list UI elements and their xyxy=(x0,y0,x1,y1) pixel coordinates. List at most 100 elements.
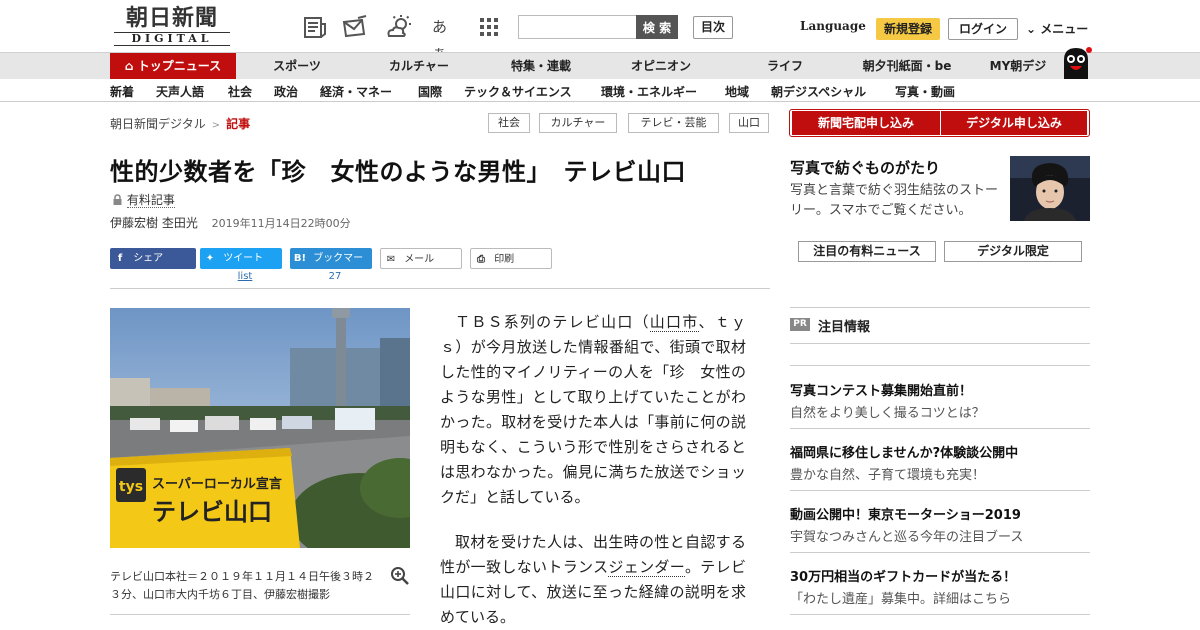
nav-top-news-label: トップニュース xyxy=(137,59,222,73)
printer-icon: ⎙ xyxy=(477,254,485,265)
pr-item-subtitle[interactable]: 宇賀なつみさんと巡る今年の注目ブース xyxy=(790,526,1023,545)
hatena-bookmark-count[interactable]: 27 xyxy=(324,271,346,282)
photo-caption: テレビ山口本社＝２０１９年１１月１４日午後３時２３分、山口市大内千坊６丁目、伊藤… xyxy=(110,570,374,601)
envelope-icon: ✉ xyxy=(386,254,396,265)
article-paragraph: 取材を受けた人は、出生時の性と自認する性が一致しないトランスジェンダー。テレビ山… xyxy=(440,530,746,630)
twitter-share-button[interactable]: ✦ ツイート xyxy=(200,248,282,269)
pr-item-title[interactable]: 福岡県に移住しませんか?体験談公開中 xyxy=(790,442,1018,461)
divider xyxy=(790,307,1090,308)
subnav-society[interactable]: 社会 xyxy=(228,83,252,100)
feature-title[interactable]: 写真で紡ぐものがたり xyxy=(790,157,940,178)
photo-sign-line1: スーパーローカル宣言 xyxy=(152,476,282,492)
subnav-tenseijingo[interactable]: 天声人語 xyxy=(156,83,204,100)
mail-share-label: メール xyxy=(404,254,435,265)
divider xyxy=(790,552,1090,553)
logo-digital: DIGITAL xyxy=(114,32,230,46)
digital-subscribe-button[interactable]: デジタル申し込み xyxy=(941,111,1087,135)
font-size-icon[interactable]: あぁ xyxy=(432,14,458,62)
nav-life[interactable]: ライフ xyxy=(755,53,815,79)
register-button[interactable]: 新規登録 xyxy=(876,18,940,40)
newspaper-icon[interactable] xyxy=(302,14,328,40)
tag-society[interactable]: 社会 xyxy=(488,113,530,133)
zoom-icon[interactable] xyxy=(390,566,410,586)
feature-description[interactable]: 写真と言葉で紡ぐ羽生結弦のストーリー。スマホでご覧ください。 xyxy=(790,181,1002,221)
paragraph-text: 、ｔｙｓ）が今月放送した情報番組で、街頭で取材した性的マイノリティーの人を「珍 … xyxy=(440,313,746,506)
pr-item-title[interactable]: 30万円相当のギフトカードが当たる！ xyxy=(790,566,1016,585)
photo-sign-line2: テレビ山口 xyxy=(152,498,272,526)
mail-share-button[interactable]: ✉ メール xyxy=(380,248,462,269)
nav-culture[interactable]: カルチャー xyxy=(378,53,460,79)
nav-opinion[interactable]: オピニオン xyxy=(620,53,702,79)
weather-icon[interactable] xyxy=(386,14,412,40)
byline: 伊藤宏樹 杢田光 2019年11月14日22時00分 xyxy=(110,214,351,231)
mascot-icon xyxy=(1064,47,1092,80)
search-button[interactable]: 検 索 xyxy=(636,15,678,39)
divider xyxy=(790,365,1090,366)
pr-item-subtitle[interactable]: 豊かな自然、子育て環境も充実！ xyxy=(790,464,985,483)
pr-item-title[interactable]: 動画公開中！東京モーターショー2019 xyxy=(790,504,1021,523)
tag-yamaguchi[interactable]: 山口 xyxy=(729,113,769,133)
gender-link[interactable]: ジェンダー xyxy=(608,558,685,577)
subnav-international[interactable]: 国際 xyxy=(418,83,442,100)
article-paragraph: ＴＢＳ系列のテレビ山口（山口市、ｔｙｓ）が今月放送した情報番組で、街頭で取材した… xyxy=(440,310,746,510)
subnav-politics[interactable]: 政治 xyxy=(274,83,298,100)
facebook-share-button[interactable]: f シェア xyxy=(110,248,196,269)
hatena-bookmark-button[interactable]: B! ブックマーク xyxy=(290,248,372,285)
pr-item-subtitle[interactable]: 「わたし遺産」募集中。詳細はこちら xyxy=(790,588,1011,607)
breadcrumb-separator: > xyxy=(211,120,221,131)
menu-label: メニュー xyxy=(1040,22,1089,36)
pr-item-title[interactable]: 写真コンテスト募集開始直前！ xyxy=(790,380,972,399)
subnav-new[interactable]: 新着 xyxy=(110,83,134,100)
print-button[interactable]: ⎙ 印刷 xyxy=(470,248,552,269)
search-input[interactable] xyxy=(518,15,638,39)
menu-link[interactable]: ⌄ メニュー xyxy=(1026,20,1088,37)
lock-icon xyxy=(112,193,127,207)
paid-article-label[interactable]: 有料記事 xyxy=(112,191,175,208)
table-of-contents-button[interactable]: 目次 xyxy=(693,16,733,39)
nav-top-news[interactable]: ⌂ トップニュース xyxy=(110,53,236,79)
feature-thumbnail[interactable] xyxy=(1010,156,1090,221)
photo-sign-logo: tys xyxy=(119,479,143,495)
twitter-icon: ✦ xyxy=(205,253,215,264)
nav-features[interactable]: 特集・連載 xyxy=(500,53,582,79)
login-button[interactable]: ログイン xyxy=(948,18,1018,40)
tag-tv-entertainment[interactable]: テレビ・芸能 xyxy=(628,113,719,133)
grid-menu-icon[interactable] xyxy=(476,14,502,40)
subnav-economy[interactable]: 経済・マネー xyxy=(320,83,392,100)
pr-heading: 注目情報 xyxy=(818,320,871,335)
subnav-environment[interactable]: 環境・エネルギー xyxy=(601,83,697,100)
language-link[interactable]: Language xyxy=(800,19,866,33)
tab-paid-news[interactable]: 注目の有料ニュース xyxy=(798,241,936,262)
mail-icon[interactable] xyxy=(342,14,368,40)
yamaguchi-city-link[interactable]: 山口市 xyxy=(649,313,699,332)
subnav-photo-video[interactable]: 写真・動画 xyxy=(895,83,955,100)
article-body: ＴＢＳ系列のテレビ山口（山口市、ｔｙｓ）が今月放送した情報番組で、街頭で取材した… xyxy=(440,310,746,630)
nav-sports[interactable]: スポーツ xyxy=(262,53,332,79)
divider xyxy=(110,614,410,615)
tag-culture[interactable]: カルチャー xyxy=(539,113,617,133)
chevron-down-icon: ⌄ xyxy=(1026,22,1037,36)
publish-date: 2019年11月14日22時00分 xyxy=(211,217,351,230)
hatena-icon: B! xyxy=(293,253,307,264)
subnav-region[interactable]: 地域 xyxy=(725,83,749,100)
facebook-icon: f xyxy=(117,253,123,264)
site-logo[interactable]: 朝日新聞 DIGITAL xyxy=(114,6,230,46)
subnav-tech-science[interactable]: テック＆サイエンス xyxy=(464,83,572,100)
sub-nav: 新着 天声人語 社会 政治 経済・マネー 国際 テック＆サイエンス 環境・エネル… xyxy=(0,79,1200,102)
nav-newspaper[interactable]: 朝夕刊紙面・be xyxy=(854,53,960,79)
breadcrumb: 朝日新聞デジタル > 記事 xyxy=(110,115,250,132)
breadcrumb-home[interactable]: 朝日新聞デジタル xyxy=(110,117,206,131)
article-title: 性的少数者を「珍 女性のような男性」 テレビ山口 xyxy=(110,158,686,186)
twitter-list-link[interactable]: list xyxy=(234,271,256,282)
pr-item-subtitle[interactable]: 自然をより美しく撮るコツとは？ xyxy=(790,402,985,421)
nav-my-asadigi[interactable]: MY朝デジ xyxy=(982,53,1054,79)
site-header: 朝日新聞 DIGITAL あぁ 検 索 目次 Language 新規登録 ログイ… xyxy=(0,0,1200,62)
paid-article-text: 有料記事 xyxy=(126,193,175,208)
article-photo[interactable]: tys スーパーローカル宣言 テレビ山口 xyxy=(110,308,410,548)
subnav-special[interactable]: 朝デジスペシャル xyxy=(771,83,866,100)
newspaper-subscribe-button[interactable]: 新聞宅配申し込み xyxy=(792,111,940,135)
divider xyxy=(790,428,1090,429)
pr-badge: PR xyxy=(790,318,810,331)
divider xyxy=(790,614,1090,615)
tab-digital-exclusive[interactable]: デジタル限定 xyxy=(944,241,1082,262)
